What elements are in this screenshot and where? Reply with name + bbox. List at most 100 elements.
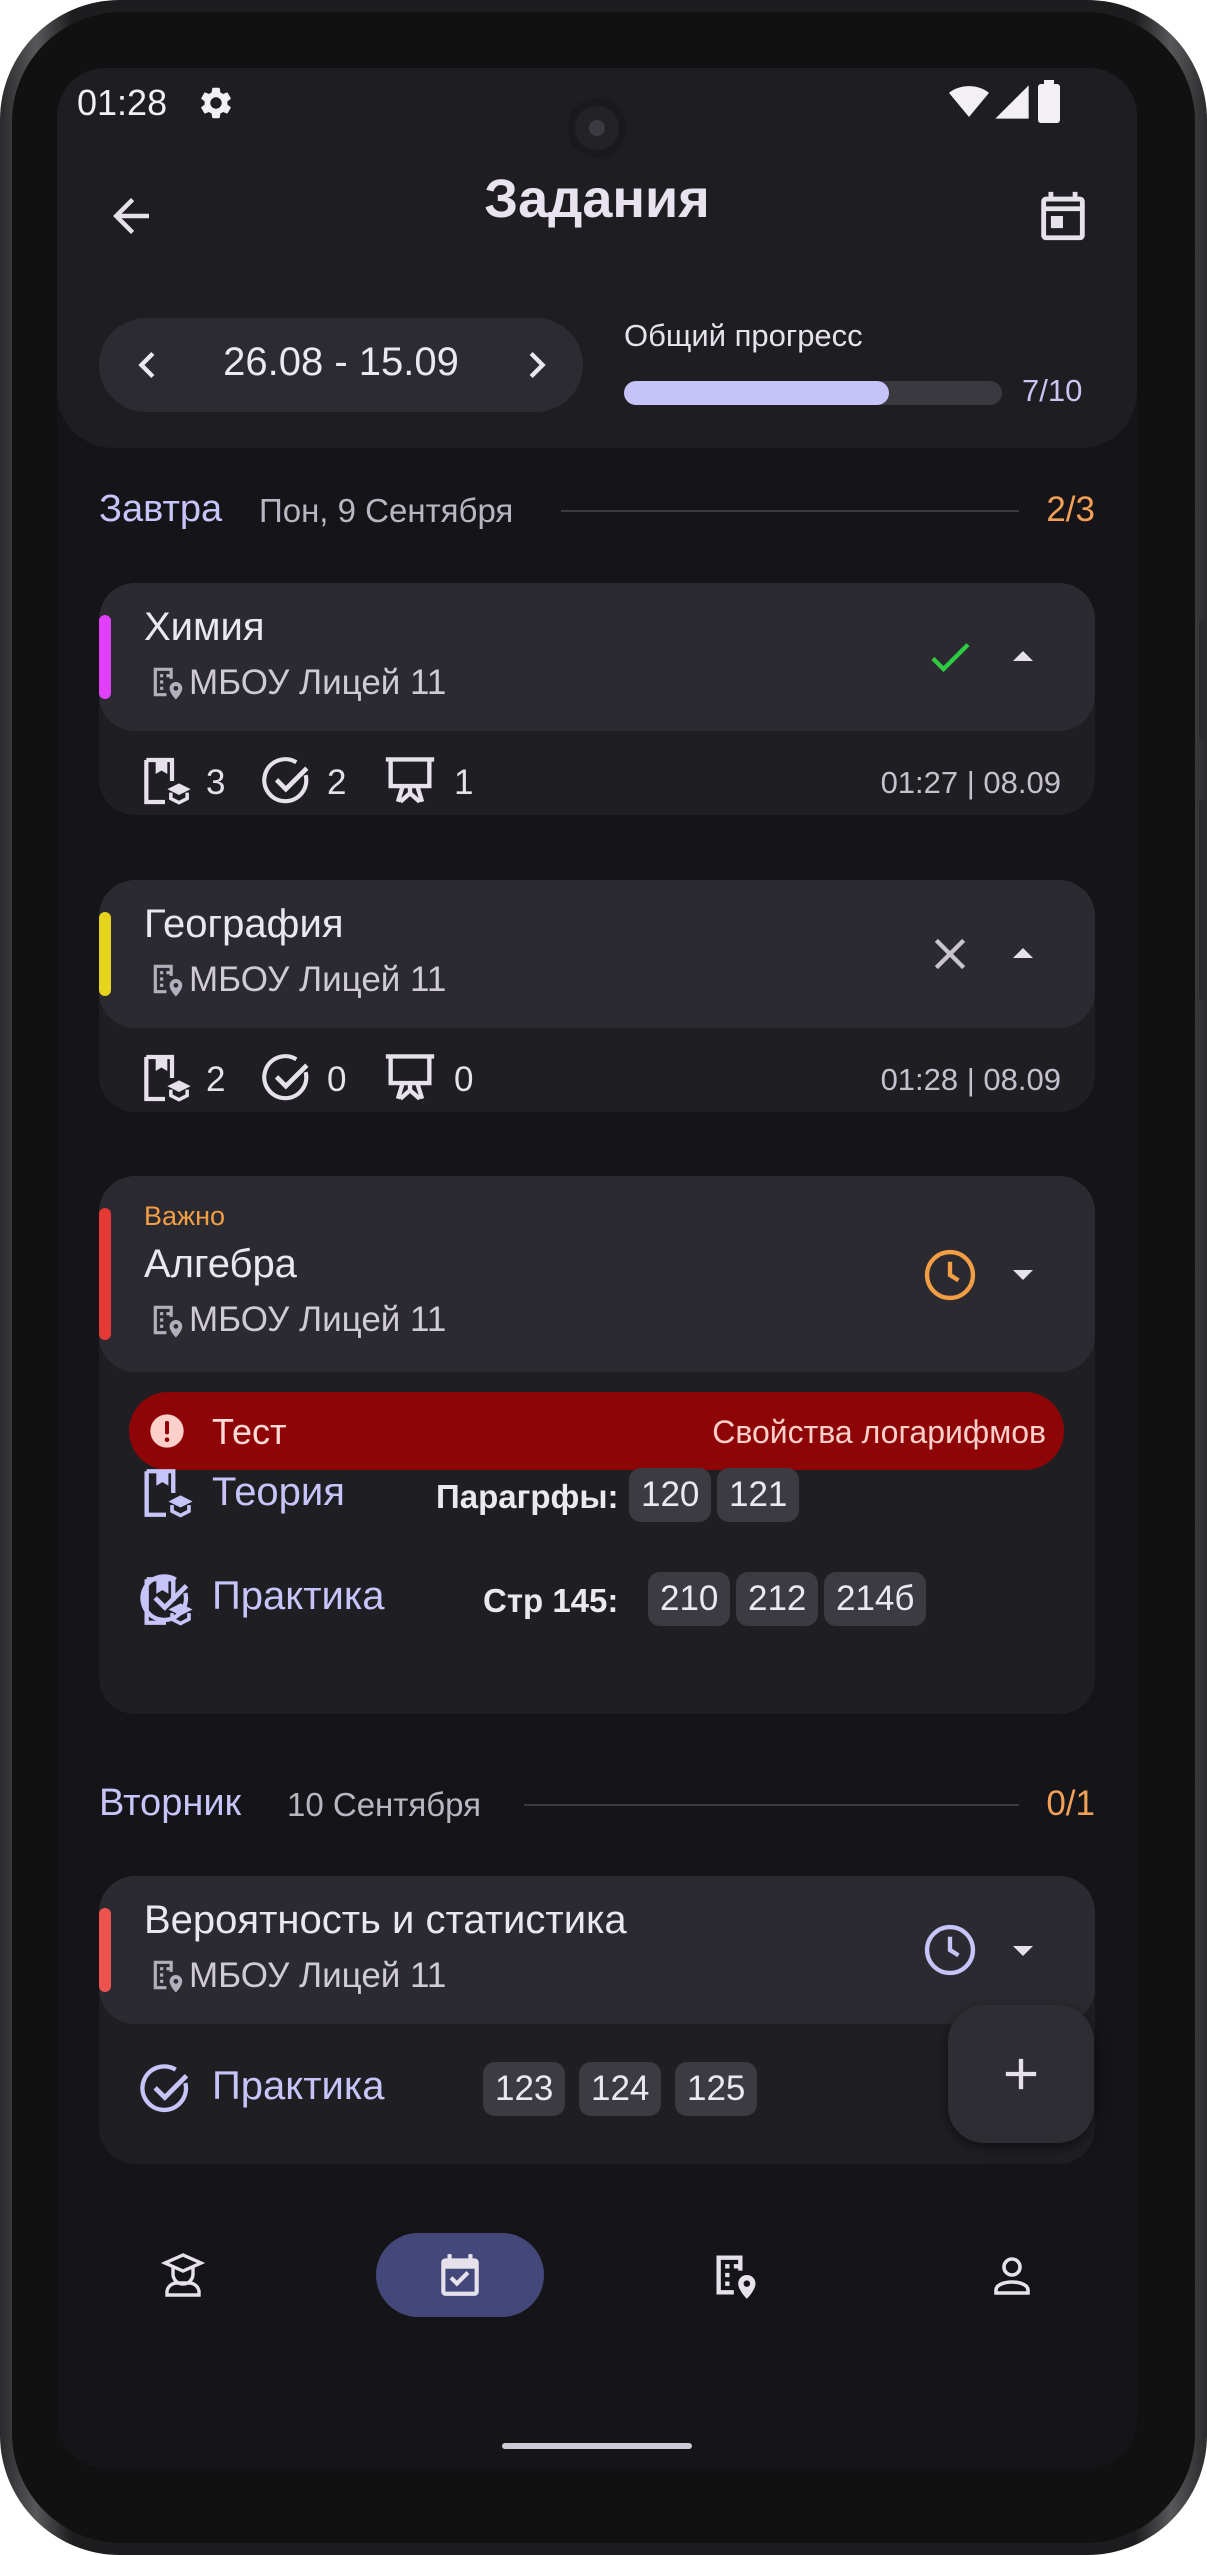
subject-name: Химия xyxy=(144,605,265,649)
card-header[interactable]: География МБОУ Лицей 11 xyxy=(99,880,1095,1028)
practice-check-icon xyxy=(137,2060,195,2118)
building-location-icon xyxy=(149,663,187,701)
important-tag: Важно xyxy=(144,1201,226,1231)
collapse-button[interactable] xyxy=(999,633,1047,681)
clock-icon xyxy=(921,1246,979,1304)
calendar-check-icon xyxy=(441,2254,479,2296)
theory-book-icon xyxy=(137,1464,195,1522)
paragraph-chip[interactable]: 120 xyxy=(629,1468,712,1522)
clock-icon xyxy=(921,1921,979,1979)
school-name: МБОУ Лицей 11 xyxy=(189,1956,447,1995)
card-header[interactable]: Важно Алгебра МБОУ Лицей 11 xyxy=(99,1176,1095,1372)
subject-color-bar xyxy=(99,1908,111,1992)
gear-icon xyxy=(197,84,235,122)
building-location-icon xyxy=(149,1301,187,1339)
task-card[interactable]: География МБОУ Лицей 11 2 0 0 01:28 | 08… xyxy=(99,880,1095,1112)
nav-tasks[interactable] xyxy=(376,2233,544,2317)
subject-name: Вероятность и статистика xyxy=(144,1898,627,1942)
day-name: Вторник xyxy=(99,1782,242,1824)
progress-label: Общий прогресс xyxy=(624,318,863,353)
calendar-button[interactable] xyxy=(1023,176,1103,256)
theory-book-icon xyxy=(137,1050,193,1106)
close-icon xyxy=(924,928,976,980)
test-label: Тест xyxy=(212,1411,287,1452)
app-screen: 01:28 Задания 26.08 - 15.09 Общий прогре… xyxy=(57,68,1137,2468)
subject-color-bar xyxy=(99,912,111,996)
bottom-nav xyxy=(57,2203,1137,2468)
next-period-button[interactable] xyxy=(511,339,563,391)
practice-check-icon xyxy=(137,1570,195,1628)
building-location-icon xyxy=(149,960,187,998)
presentation-count: 0 xyxy=(454,1060,474,1099)
nav-profile[interactable] xyxy=(928,2233,1096,2317)
nav-students[interactable] xyxy=(99,2233,267,2317)
school-name: МБОУ Лицей 11 xyxy=(189,1300,447,1339)
test-banner[interactable]: Тест Свойства логарифмов xyxy=(129,1392,1064,1470)
task-card[interactable]: Важно Алгебра МБОУ Лицей 11 Тест Свойств… xyxy=(99,1176,1095,1714)
practice-label: Практика xyxy=(212,2064,385,2108)
volume-button xyxy=(1199,620,1207,740)
subject-name: География xyxy=(144,902,344,946)
front-camera xyxy=(567,98,627,158)
chevron-right-icon xyxy=(529,352,546,378)
building-location-icon xyxy=(716,2255,756,2299)
card-time: 01:27 | 08.09 xyxy=(880,765,1061,800)
exercise-chip[interactable]: 123 xyxy=(483,2062,566,2116)
theory-book-icon xyxy=(137,753,193,809)
paragraph-chip[interactable]: 121 xyxy=(717,1468,800,1522)
presentation-icon xyxy=(381,751,439,809)
expand-button[interactable] xyxy=(999,1250,1047,1298)
home-indicator[interactable] xyxy=(502,2443,692,2449)
student-icon xyxy=(160,2253,206,2297)
divider xyxy=(561,510,1019,512)
calendar-icon xyxy=(1041,191,1085,241)
exercise-chip[interactable]: 124 xyxy=(579,2062,662,2116)
subject-name: Алгебра xyxy=(144,1242,297,1286)
school-name: МБОУ Лицей 11 xyxy=(189,960,447,999)
theory-count: 3 xyxy=(206,763,226,802)
progress-fill xyxy=(624,381,889,405)
practice-count: 2 xyxy=(327,763,347,802)
check-icon xyxy=(924,631,976,683)
add-task-button[interactable] xyxy=(948,2005,1094,2143)
day-count: 0/1 xyxy=(1046,1784,1095,1823)
plus-icon xyxy=(1005,2058,1037,2090)
exercise-chip[interactable]: 214б xyxy=(824,1572,927,1626)
card-time: 01:28 | 08.09 xyxy=(880,1062,1061,1097)
exercise-chip[interactable]: 212 xyxy=(736,1572,819,1626)
battery-icon xyxy=(1037,80,1061,124)
expand-button[interactable] xyxy=(999,1926,1047,1974)
subject-color-bar xyxy=(99,615,111,699)
alert-icon xyxy=(147,1411,187,1451)
practice-count: 0 xyxy=(327,1060,347,1099)
collapse-button[interactable] xyxy=(999,930,1047,978)
task-card[interactable]: Вероятность и статистика МБОУ Лицей 11 П… xyxy=(99,1876,1095,2164)
progress-count: 7/10 xyxy=(1022,373,1083,408)
theory-label: Теория xyxy=(212,1470,345,1514)
divider xyxy=(524,1804,1019,1806)
day-header: Вторник 10 Сентября 0/1 xyxy=(99,1774,1095,1834)
day-name: Завтра xyxy=(99,488,223,530)
progress-bar xyxy=(624,381,1002,405)
signal-icon xyxy=(992,82,1032,122)
theory-count: 2 xyxy=(206,1060,226,1099)
caret-down-icon xyxy=(1013,1270,1033,1280)
wifi-icon xyxy=(949,82,989,122)
day-header: Завтра Пон, 9 Сентября 2/3 xyxy=(99,480,1095,540)
status-time: 01:28 xyxy=(77,82,168,123)
person-icon xyxy=(994,2257,1030,2295)
practice-check-icon xyxy=(259,753,315,809)
presentation-count: 1 xyxy=(454,763,474,802)
task-card[interactable]: Химия МБОУ Лицей 11 3 2 1 01:27 | 08.09 xyxy=(99,583,1095,815)
school-name: МБОУ Лицей 11 xyxy=(189,663,447,702)
exercise-chip[interactable]: 210 xyxy=(648,1572,731,1626)
presentation-icon xyxy=(381,1048,439,1106)
building-location-icon xyxy=(149,1956,187,1994)
date-range-selector: 26.08 - 15.09 xyxy=(99,318,583,412)
exercise-chip[interactable]: 125 xyxy=(675,2062,758,2116)
card-header[interactable]: Вероятность и статистика МБОУ Лицей 11 xyxy=(99,1876,1095,2024)
card-header[interactable]: Химия МБОУ Лицей 11 xyxy=(99,583,1095,731)
nav-schools[interactable] xyxy=(652,2233,820,2317)
test-topic: Свойства логарифмов xyxy=(712,1414,1046,1450)
practice-label: Практика xyxy=(212,1574,385,1618)
